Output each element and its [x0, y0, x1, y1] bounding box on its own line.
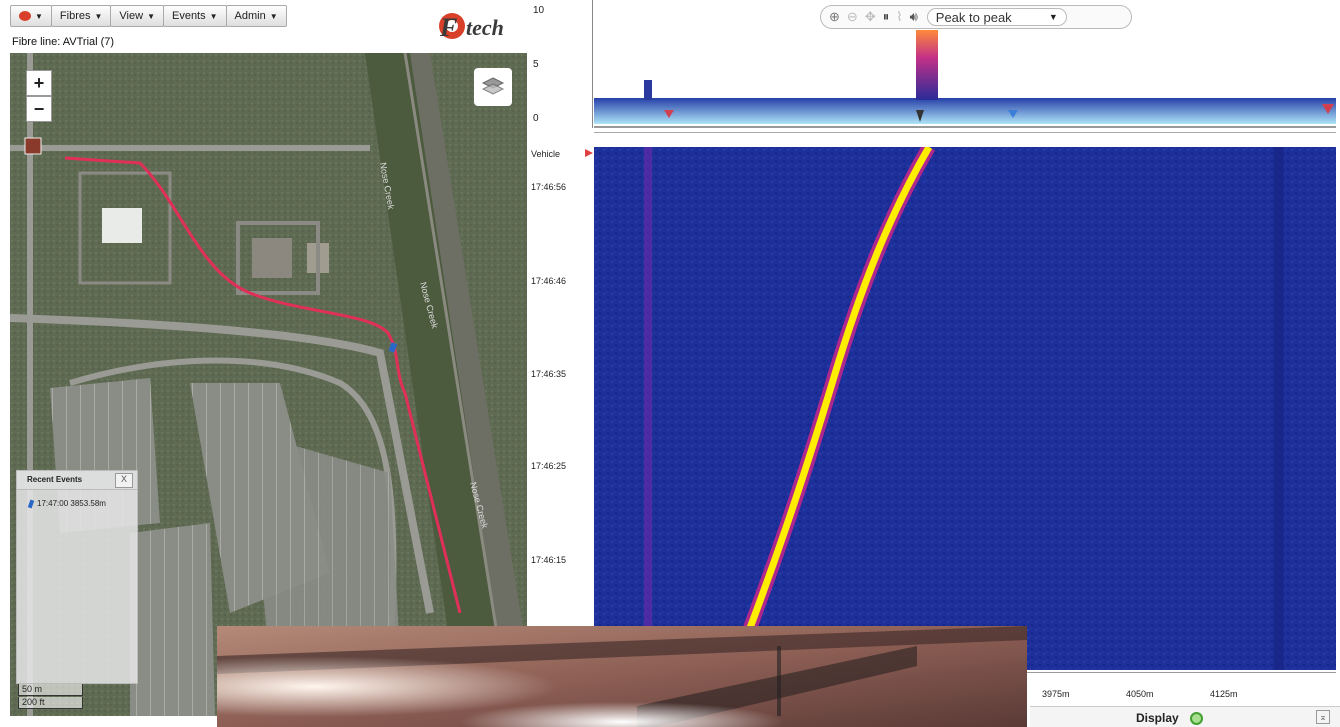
app-menu-button[interactable]: ▼ — [10, 5, 52, 27]
sound-icon[interactable]: 🔊︎ — [910, 9, 918, 25]
zoom-in-button[interactable]: + — [26, 70, 52, 96]
menu-view[interactable]: View ▼ — [110, 5, 164, 27]
venue-photo-image — [217, 626, 1027, 727]
app-logo-icon — [19, 11, 31, 21]
time-tick-label: 17:46:35 — [531, 369, 567, 379]
recent-events-title: Recent Events — [27, 475, 83, 484]
menu-label: Admin — [234, 10, 266, 22]
fotech-logo: F tech — [432, 9, 524, 51]
time-axis: Vehicle 17:46:56 17:46:46 17:46:35 17:46… — [528, 147, 594, 670]
zoom-in-icon[interactable]: ⊕ — [829, 9, 840, 25]
scale-imperial: 200 ft — [18, 697, 83, 709]
zoom-out-icon[interactable]: ⊖ — [847, 9, 858, 25]
chevron-down-icon: ▼ — [1048, 12, 1058, 22]
overlay-photo — [217, 626, 1027, 727]
map-scale: 50 m 200 ft — [18, 684, 83, 710]
fotech-logo-image: F tech — [439, 13, 504, 42]
time-tick-label: 17:46:25 — [531, 461, 567, 471]
x-tick-label: 4050m — [1126, 689, 1154, 699]
menu-admin[interactable]: Admin ▼ — [225, 5, 287, 27]
event-text: 17:47:00 3853.58m — [37, 499, 106, 508]
y-axis — [592, 0, 593, 128]
svg-text:F: F — [439, 13, 457, 42]
y-tick-label: 0 — [533, 113, 539, 124]
chevron-down-icon: ▼ — [35, 11, 43, 21]
mode-select-value: Peak to peak — [935, 9, 1012, 25]
fibre-line-title: Fibre line: AVTrial (7) — [12, 36, 115, 48]
vehicle-icon — [27, 499, 35, 508]
menu-label: Events — [171, 10, 206, 22]
vehicle-marker-icon — [585, 149, 593, 157]
pause-icon[interactable]: ⏸ — [883, 9, 890, 25]
waterfall-panel: 10 5 0 ⊕ ⊖ ✥ ⏸ ⌇ 🔊︎ Peak to peak ▼ Vehic… — [528, 0, 1340, 727]
recent-events-panel: Recent Events X 17:47:00 3853.58m — [16, 470, 138, 684]
display-bar[interactable]: Display ⌅ — [1030, 706, 1340, 727]
menu-label: Fibres — [59, 10, 91, 22]
zoom-out-button[interactable]: − — [26, 96, 52, 122]
menu-label: View — [119, 10, 144, 22]
chevron-down-icon: ▼ — [269, 11, 278, 21]
chevron-down-icon: ▼ — [94, 11, 103, 21]
mode-select[interactable]: Peak to peak ▼ — [926, 8, 1067, 26]
status-indicator-icon — [1190, 712, 1203, 725]
time-tick-label: 17:46:46 — [531, 276, 567, 286]
display-label: Display — [1136, 711, 1179, 725]
layers-button[interactable] — [474, 68, 512, 106]
collapse-icon[interactable]: ⌅ — [1316, 710, 1330, 724]
y-tick-label: 10 — [533, 5, 545, 16]
menu-fibres[interactable]: Fibres ▼ — [50, 5, 112, 27]
svg-text:tech: tech — [466, 15, 504, 40]
x-tick-label: 4125m — [1210, 689, 1238, 699]
recent-events-header: Recent Events X — [17, 471, 137, 490]
time-tick-label: 17:46:56 — [531, 182, 567, 192]
layers-icon — [481, 77, 505, 95]
chevron-down-icon: ▼ — [209, 11, 218, 21]
main-toolbar: ▼ Fibres ▼ View ▼ Events ▼ Admin ▼ — [10, 5, 287, 27]
waterfall-plot[interactable] — [594, 147, 1336, 670]
x-tick-label: 3975m — [1042, 689, 1070, 699]
chart-toolbar: ⊕ ⊖ ✥ ⏸ ⌇ 🔊︎ Peak to peak ▼ — [820, 5, 1132, 29]
time-tick-label: 17:46:15 — [531, 555, 567, 565]
scale-metric: 50 m — [18, 684, 83, 696]
close-icon[interactable]: X — [115, 473, 133, 488]
chart-icon[interactable]: ⌇ — [896, 9, 902, 25]
map-panel: ▼ Fibres ▼ View ▼ Events ▼ Admin ▼ Fibre lin… — [0, 0, 528, 727]
vehicle-label: Vehicle — [531, 149, 561, 159]
y-tick-label: 5 — [533, 59, 539, 70]
menu-events[interactable]: Events ▼ — [162, 5, 227, 27]
pan-icon[interactable]: ✥ — [865, 9, 876, 25]
chevron-down-icon: ▼ — [147, 11, 155, 21]
list-item[interactable]: 17:47:00 3853.58m — [27, 499, 106, 508]
